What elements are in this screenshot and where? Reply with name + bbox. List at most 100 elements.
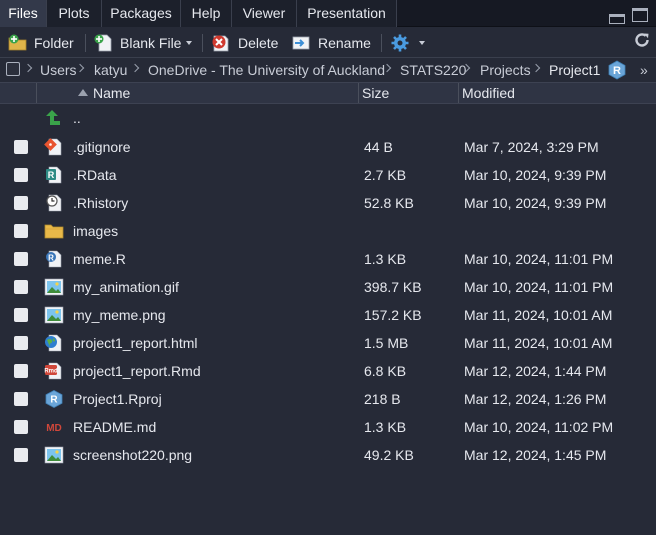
file-modified: Mar 10, 2024, 9:39 PM (464, 167, 607, 183)
file-modified: Mar 11, 2024, 10:01 AM (464, 335, 613, 351)
file-modified: Mar 10, 2024, 9:39 PM (464, 195, 607, 211)
breadcrumb-separator (531, 63, 541, 73)
parent-directory-row[interactable]: .. (0, 104, 656, 132)
file-row[interactable]: screenshot220.png 49.2 KB Mar 12, 2024, … (0, 441, 656, 469)
tab-files[interactable]: Files (0, 0, 47, 27)
file-size: 1.3 KB (364, 251, 407, 267)
file-row[interactable]: project1_report.html 1.5 MB Mar 11, 2024… (0, 329, 656, 357)
gear-icon (391, 34, 409, 52)
row-checkbox[interactable] (14, 140, 28, 154)
row-checkbox[interactable] (14, 364, 28, 378)
delete-label: Delete (238, 35, 279, 51)
rename-button[interactable]: Rename (292, 32, 372, 54)
file-size: 157.2 KB (364, 307, 422, 323)
file-row[interactable]: R meme.R 1.3 KB Mar 10, 2024, 11:01 PM (0, 245, 656, 273)
delete-button[interactable]: Delete (211, 32, 281, 54)
file-size: 49.2 KB (364, 447, 414, 463)
new-blank-file-icon (94, 34, 112, 52)
row-checkbox[interactable] (14, 308, 28, 322)
file-row[interactable]: MD README.md 1.3 KB Mar 10, 2024, 11:02 … (0, 413, 656, 441)
file-name[interactable]: README.md (73, 413, 156, 441)
row-checkbox[interactable] (14, 392, 28, 406)
file-modified: Mar 11, 2024, 10:01 AM (464, 307, 613, 323)
file-row[interactable]: .Rhistory 52.8 KB Mar 10, 2024, 9:39 PM (0, 189, 656, 217)
tab-label: Presentation (307, 5, 386, 21)
breadcrumb-item[interactable]: STATS220 (400, 58, 466, 82)
file-name[interactable]: screenshot220.png (73, 441, 192, 469)
column-header-name[interactable]: Name (93, 83, 130, 103)
svg-text:R: R (50, 395, 58, 406)
tab-help[interactable]: Help (181, 0, 232, 27)
breadcrumb-current[interactable]: Project1 (549, 58, 600, 82)
row-checkbox[interactable] (14, 224, 28, 238)
file-modified: Mar 10, 2024, 11:02 PM (464, 419, 614, 435)
select-all-checkbox[interactable] (6, 62, 20, 76)
file-name[interactable]: project1_report.Rmd (73, 357, 201, 385)
row-checkbox[interactable] (14, 196, 28, 210)
folder-icon (44, 224, 64, 239)
up-arrow-icon (46, 110, 60, 125)
breadcrumb-item[interactable]: OneDrive - The University of Auckland (148, 58, 385, 82)
tab-viewer[interactable]: Viewer (232, 0, 297, 27)
breadcrumb-overflow-button[interactable]: » (640, 58, 648, 82)
file-modified: Mar 10, 2024, 11:01 PM (464, 251, 614, 267)
file-row[interactable]: Rmd project1_report.Rmd 6.8 KB Mar 12, 2… (0, 357, 656, 385)
tab-presentation[interactable]: Presentation (297, 0, 397, 27)
folder-row[interactable]: images (0, 217, 656, 245)
rproj-icon[interactable]: R (607, 60, 627, 80)
file-name[interactable]: my_animation.gif (73, 273, 179, 301)
row-checkbox[interactable] (14, 420, 28, 434)
file-name[interactable]: my_meme.png (73, 301, 166, 329)
parent-directory-label: .. (73, 110, 81, 126)
more-settings-button[interactable] (390, 32, 428, 54)
svg-text:R: R (48, 254, 54, 263)
file-name[interactable]: .RData (73, 161, 117, 189)
svg-text:MD: MD (46, 423, 62, 434)
file-size: 2.7 KB (364, 167, 407, 183)
pane-window-controls (609, 8, 648, 24)
file-name[interactable]: project1_report.html (73, 329, 198, 357)
file-table-header: Name Size Modified (0, 82, 656, 104)
column-header-modified[interactable]: Modified (462, 83, 515, 103)
row-checkbox[interactable] (14, 336, 28, 350)
toolbar-separator (85, 34, 86, 52)
tab-packages[interactable]: Packages (102, 0, 181, 27)
maximize-pane-icon[interactable] (632, 8, 648, 22)
file-size: 6.8 KB (364, 363, 407, 379)
new-folder-icon (8, 34, 27, 51)
file-name[interactable]: .Rhistory (73, 189, 128, 217)
chevron-down-icon (419, 41, 425, 45)
rproj-icon: R (45, 390, 63, 408)
file-row[interactable]: R .RData 2.7 KB Mar 10, 2024, 9:39 PM (0, 161, 656, 189)
tab-label: Help (191, 5, 221, 21)
column-divider (36, 83, 37, 103)
markdown-icon: MD (46, 423, 62, 434)
file-name[interactable]: meme.R (73, 245, 126, 273)
file-row[interactable]: R Project1.Rproj 218 B Mar 12, 2024, 1:2… (0, 385, 656, 413)
row-checkbox[interactable] (14, 252, 28, 266)
column-header-size[interactable]: Size (362, 83, 389, 103)
file-modified: Mar 12, 2024, 1:26 PM (464, 391, 607, 407)
refresh-icon[interactable] (633, 31, 651, 49)
file-name[interactable]: images (73, 217, 118, 245)
row-checkbox[interactable] (14, 448, 28, 462)
breadcrumb-item[interactable]: katyu (94, 58, 127, 82)
row-checkbox[interactable] (14, 168, 28, 182)
file-name[interactable]: Project1.Rproj (73, 385, 162, 413)
breadcrumb-separator (23, 63, 33, 73)
file-row[interactable]: my_animation.gif 398.7 KB Mar 10, 2024, … (0, 273, 656, 301)
breadcrumb-item[interactable]: Projects (480, 58, 531, 82)
file-row[interactable]: my_meme.png 157.2 KB Mar 11, 2024, 10:01… (0, 301, 656, 329)
file-name[interactable]: .gitignore (73, 133, 131, 161)
blank-file-button[interactable]: Blank File (94, 32, 192, 54)
rmd-icon: Rmd (44, 362, 62, 380)
row-checkbox[interactable] (14, 280, 28, 294)
file-row[interactable]: .gitignore 44 B Mar 7, 2024, 3:29 PM (0, 133, 656, 161)
file-size: 1.5 MB (364, 335, 409, 351)
breadcrumb-item[interactable]: Users (40, 58, 77, 82)
tab-plots[interactable]: Plots (47, 0, 102, 27)
new-folder-label: Folder (34, 35, 74, 51)
file-modified: Mar 7, 2024, 3:29 PM (464, 139, 599, 155)
new-folder-button[interactable]: Folder (8, 32, 78, 54)
minimize-pane-icon[interactable] (609, 14, 626, 24)
